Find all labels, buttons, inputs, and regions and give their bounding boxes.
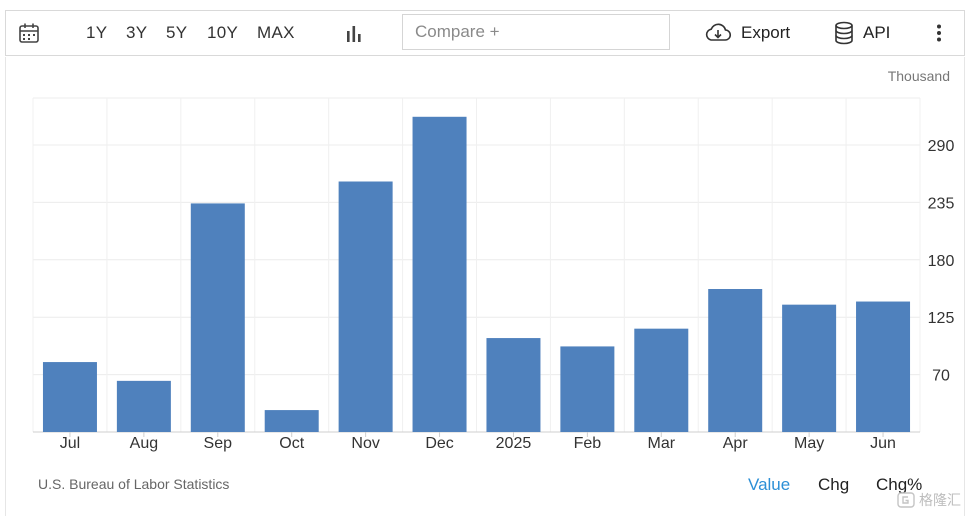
source-label: U.S. Bureau of Labor Statistics [38,476,230,492]
mode-chg-button[interactable]: Chg [818,475,849,495]
bar-feb[interactable] [560,346,615,432]
x-tick-label: Feb [574,435,602,452]
x-tick-label: May [794,435,824,452]
bar-mar[interactable] [634,328,689,432]
bar-jul[interactable] [42,362,97,432]
x-tick-label: Dec [425,435,453,452]
x-tick-label: Nov [351,435,379,452]
y-axis-labels: 70 125 180 235 290 [928,138,955,385]
x-tick-label: Oct [279,435,304,452]
x-tick-label: Apr [723,435,749,452]
y-tick-label: 125 [928,310,955,327]
x-axis-labels: Jul Aug Sep Oct Nov Dec 2025 Feb Mar Apr May Jun [60,432,896,452]
watermark-logo-icon [897,492,915,508]
x-tick-label: Jul [60,435,80,452]
x-tick-label: Aug [130,435,158,452]
bar-2025[interactable] [486,338,541,432]
bar-may[interactable] [782,304,837,432]
unit-label: Thousand [888,68,950,84]
bar-jun[interactable] [856,301,911,432]
bar-dec[interactable] [412,116,467,432]
y-tick-label: 235 [928,195,955,212]
watermark-text: 格隆汇 [919,492,961,508]
bar-apr[interactable] [708,289,763,432]
watermark: 格隆汇 [897,490,961,510]
x-tick-label: Sep [204,435,233,452]
bar-sep[interactable] [190,203,245,432]
x-tick-label: 2025 [496,435,532,452]
y-tick-label: 70 [932,368,950,385]
y-tick-label: 290 [928,138,955,155]
y-tick-label: 180 [928,253,955,270]
x-tick-label: Mar [648,435,676,452]
bar-aug[interactable] [116,380,171,432]
bar-chart: Jul Aug Sep Oct Nov Dec 2025 Feb Mar Apr May Jun 70… [32,68,955,452]
bar-oct[interactable] [264,410,319,432]
bar-nov[interactable] [338,181,393,433]
x-tick-label: Jun [870,435,896,452]
mode-value-button[interactable]: Value [748,475,790,495]
